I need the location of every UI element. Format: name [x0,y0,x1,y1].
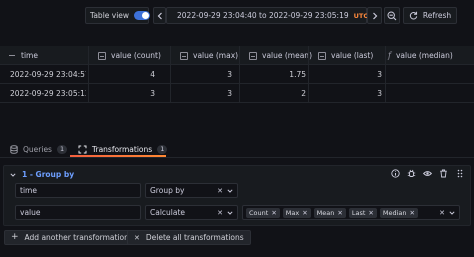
number-field-icon [180,51,188,60]
table-view-toggle[interactable]: Table view [85,7,151,24]
refresh-button[interactable]: Refresh [403,7,457,24]
table-cell-time: 2022-09-29 23:04:57. [10,70,86,79]
remove-chip-icon[interactable]: ✕ [368,209,373,217]
delete-all-transformations-button[interactable]: ✕ Delete all transformations [127,230,251,245]
calc-chip-last: Last ✕ [348,207,377,218]
table-cell-median [390,65,470,84]
column-header-last[interactable]: value (last) [318,46,373,65]
chevron-right-icon [372,12,377,19]
debug-icon[interactable] [407,169,416,178]
close-icon: ✕ [134,233,140,242]
column-header-count[interactable]: value (count) [98,46,161,65]
database-icon [10,144,18,154]
clear-icon[interactable]: ✕ [217,209,223,217]
table-cell-median [390,84,470,103]
table-cell-last: 3 [377,89,382,98]
table-row: 2022-09-29 23:05:13. 3 3 2 3 [0,84,474,103]
column-divider [239,46,240,103]
time-range-back-button[interactable] [153,7,166,24]
time-range-text: 2022-09-29 23:04:40 to 2022-09-29 23:05:… [177,11,349,20]
chevron-left-icon [157,12,162,19]
number-field-icon [249,51,257,60]
table-cell-time: 2022-09-29 23:05:13. [10,89,86,98]
active-tab-indicator [70,155,166,157]
table-cell-max: 3 [227,70,232,79]
function-icon: f [388,51,391,60]
table-cell-count: 3 [150,89,155,98]
table-cell-count: 4 [150,70,155,79]
calc-chip-count: Count ✕ [246,207,280,218]
number-field-icon [98,51,106,60]
number-field-icon [318,51,326,60]
table-header: time value (count) value (max) value (me… [0,46,474,65]
table-row: 2022-09-29 23:04:57. 4 3 1.75 3 [0,65,474,84]
transformation-actions [391,169,464,178]
transform-icon [78,145,87,153]
calc-chip-max: Max ✕ [282,207,311,218]
table-cell-max: 3 [227,89,232,98]
calc-action-select[interactable]: Calculate ✕ [145,205,238,220]
time-range-forward-button[interactable] [367,7,382,24]
drag-handle-icon[interactable] [455,169,464,178]
plus-icon: + [11,232,19,242]
eye-icon[interactable] [423,169,432,178]
info-icon[interactable] [391,169,400,178]
table-cell-mean: 2 [301,89,306,98]
column-header-median[interactable]: f value (median) [388,46,453,65]
group-action-value: Group by [150,186,185,195]
table-view-switch[interactable] [134,11,151,20]
trash-icon[interactable] [439,169,448,178]
column-header-max[interactable]: value (max) [180,46,238,65]
table-cell-mean: 1.75 [289,70,306,79]
clear-icon[interactable]: ✕ [217,187,223,195]
remove-chip-icon[interactable]: ✕ [337,209,342,217]
calc-chip-median: Median ✕ [379,207,418,218]
table-cell-last: 3 [377,70,382,79]
remove-chip-icon[interactable]: ✕ [410,209,415,217]
calc-chip-mean: Mean ✕ [313,207,346,218]
tab-queries-label: Queries [23,144,52,154]
group-field-name: time [15,183,141,198]
results-table: time value (count) value (max) value (me… [0,46,474,104]
tab-queries[interactable]: Queries 1 [10,141,68,157]
timezone-badge: UTC [353,11,369,20]
calc-action-value: Calculate [150,208,186,217]
calc-field-name: value [15,205,141,220]
column-divider [170,46,171,103]
tab-queries-count: 1 [56,144,68,154]
tab-transformations-label: Transformations [92,144,153,154]
group-action-select[interactable]: Group by ✕ [145,183,238,198]
column-header-mean[interactable]: value (mean) [249,46,312,65]
refresh-icon [409,11,418,20]
chevron-down-icon [227,210,233,215]
tab-transformations-count: 1 [157,144,168,154]
chevron-down-icon [10,172,16,177]
refresh-label: Refresh [422,11,452,20]
column-divider [88,46,89,103]
query-toolbar: Table view 2022-09-29 23:04:40 to 2022-0… [0,0,474,30]
column-divider [385,46,386,103]
transformation-title: 1 - Group by [22,170,75,179]
zoom-out-button[interactable] [384,7,400,24]
remove-chip-icon[interactable]: ✕ [302,209,307,217]
remove-chip-icon[interactable]: ✕ [271,209,276,217]
clear-all-icon[interactable]: ✕ [439,209,445,217]
field-icon [8,52,16,60]
chevron-down-icon [449,210,455,215]
zoom-out-icon [387,10,397,20]
transformation-header[interactable]: 1 - Group by [10,170,74,179]
transformation-card: 1 - Group by time Group by ✕ value Calcu… [3,165,471,226]
table-body: 2022-09-29 23:04:57. 4 3 1.75 3 2022-09-… [0,65,474,103]
time-range-picker[interactable]: 2022-09-29 23:04:40 to 2022-09-29 23:05:… [166,7,369,24]
add-transformation-button[interactable]: + Add another transformation [4,230,136,245]
calculations-multiselect[interactable]: Count ✕ Max ✕ Mean ✕ Last ✕ Median ✕ ✕ [242,205,460,220]
column-header-time[interactable]: time [8,46,38,65]
chevron-down-icon [227,188,233,193]
column-divider [308,46,309,103]
table-view-label: Table view [90,11,130,20]
